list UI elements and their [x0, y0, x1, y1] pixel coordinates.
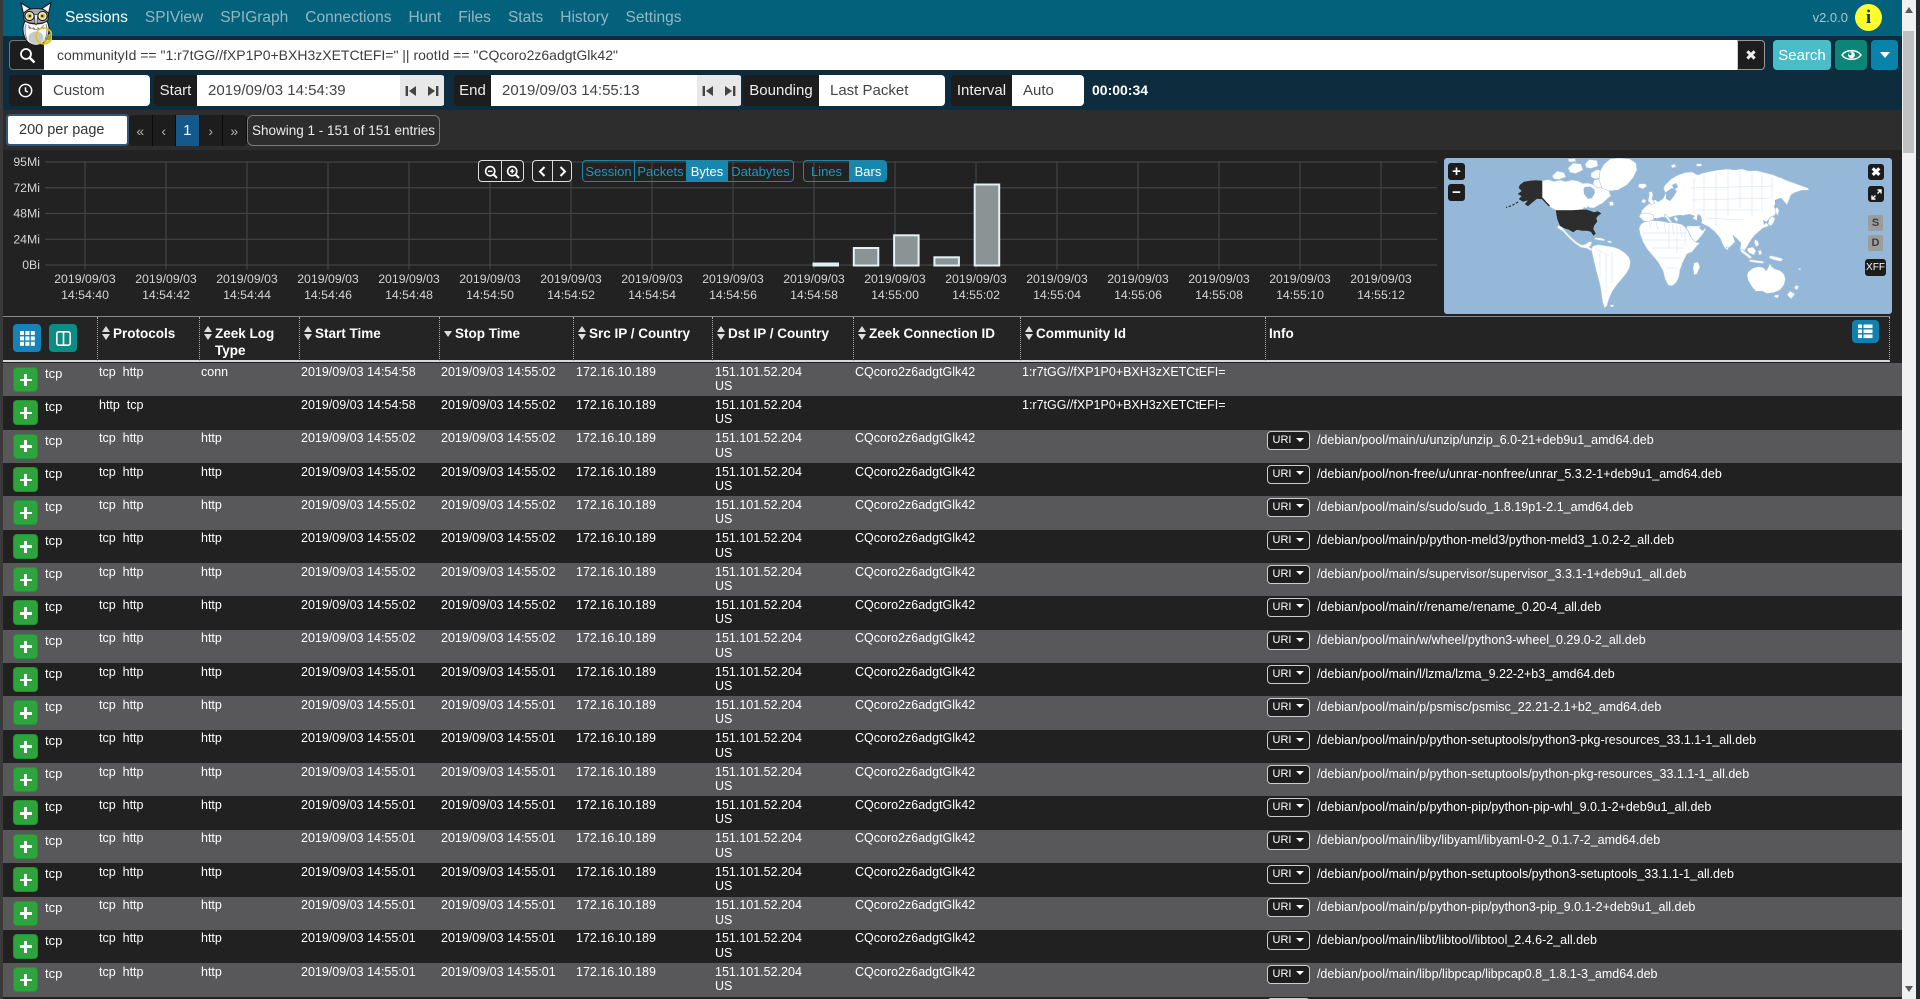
- svg-text:2019/09/03: 2019/09/03: [702, 272, 764, 286]
- svg-text:0Bi: 0Bi: [22, 258, 40, 272]
- svg-text:14:54:46: 14:54:46: [304, 288, 352, 302]
- svg-text:14:54:42: 14:54:42: [142, 288, 190, 302]
- svg-text:14:54:48: 14:54:48: [385, 288, 433, 302]
- svg-text:2019/09/03: 2019/09/03: [1350, 272, 1412, 286]
- svg-text:2019/09/03: 2019/09/03: [1026, 272, 1088, 286]
- svg-text:14:55:02: 14:55:02: [952, 288, 1000, 302]
- svg-text:72Mi: 72Mi: [13, 181, 40, 195]
- svg-text:14:55:10: 14:55:10: [1276, 288, 1324, 302]
- svg-text:2019/09/03: 2019/09/03: [378, 272, 440, 286]
- svg-text:2019/09/03: 2019/09/03: [540, 272, 602, 286]
- svg-text:2019/09/03: 2019/09/03: [1107, 272, 1169, 286]
- svg-text:14:54:44: 14:54:44: [223, 288, 271, 302]
- svg-text:14:54:54: 14:54:54: [628, 288, 676, 302]
- svg-text:14:54:56: 14:54:56: [709, 288, 757, 302]
- svg-text:2019/09/03: 2019/09/03: [621, 272, 683, 286]
- svg-text:48Mi: 48Mi: [13, 207, 40, 221]
- svg-text:2019/09/03: 2019/09/03: [135, 272, 197, 286]
- svg-text:14:54:40: 14:54:40: [61, 288, 109, 302]
- svg-text:2019/09/03: 2019/09/03: [459, 272, 521, 286]
- svg-text:2019/09/03: 2019/09/03: [783, 272, 845, 286]
- svg-text:14:55:00: 14:55:00: [871, 288, 919, 302]
- svg-text:14:55:06: 14:55:06: [1114, 288, 1162, 302]
- svg-text:14:54:58: 14:54:58: [790, 288, 838, 302]
- svg-text:14:55:08: 14:55:08: [1195, 288, 1243, 302]
- svg-text:14:54:52: 14:54:52: [547, 288, 595, 302]
- svg-text:2019/09/03: 2019/09/03: [216, 272, 278, 286]
- svg-text:14:55:12: 14:55:12: [1357, 288, 1405, 302]
- svg-text:95Mi: 95Mi: [13, 155, 40, 169]
- svg-text:2019/09/03: 2019/09/03: [1188, 272, 1250, 286]
- svg-text:2019/09/03: 2019/09/03: [945, 272, 1007, 286]
- svg-text:2019/09/03: 2019/09/03: [297, 272, 359, 286]
- svg-text:14:54:50: 14:54:50: [466, 288, 514, 302]
- svg-text:2019/09/03: 2019/09/03: [54, 272, 116, 286]
- svg-text:14:55:04: 14:55:04: [1033, 288, 1081, 302]
- svg-text:24Mi: 24Mi: [13, 232, 40, 246]
- svg-text:2019/09/03: 2019/09/03: [1269, 272, 1331, 286]
- svg-text:2019/09/03: 2019/09/03: [864, 272, 926, 286]
